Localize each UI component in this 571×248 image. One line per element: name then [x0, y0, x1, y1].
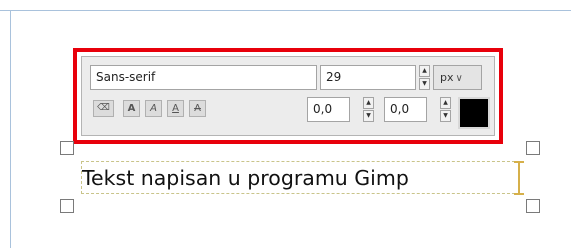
canvas-border-left — [10, 10, 11, 248]
indent-spinner[interactable]: ▲ ▼ — [363, 97, 374, 122]
clear-style-icon[interactable]: ⌫ — [93, 100, 114, 117]
line-spacing-input[interactable]: 0,0 — [384, 97, 427, 122]
spin-down-icon[interactable]: ▼ — [440, 110, 451, 122]
text-cursor-cap-top — [514, 161, 524, 163]
resize-handle-bottom-right[interactable] — [526, 199, 540, 213]
unit-dropdown[interactable]: px ∨ — [433, 65, 482, 90]
text-cursor-cap-bottom — [514, 193, 524, 195]
indent-input[interactable]: 0,0 — [307, 97, 350, 122]
spin-up-icon[interactable]: ▲ — [419, 65, 430, 77]
font-name-input[interactable]: Sans-serif — [90, 65, 317, 90]
font-size-spinner[interactable]: ▲ ▼ — [419, 65, 430, 90]
line-spacing-spinner[interactable]: ▲ ▼ — [440, 97, 451, 122]
resize-handle-top-left[interactable] — [60, 141, 74, 155]
canvas-text[interactable]: Tekst napisan u programu Gimp — [82, 164, 409, 192]
resize-handle-top-right[interactable] — [526, 141, 540, 155]
spin-down-icon[interactable]: ▼ — [363, 110, 374, 122]
strikethrough-icon[interactable]: A — [189, 100, 206, 117]
spin-up-icon[interactable]: ▲ — [363, 97, 374, 109]
resize-handle-bottom-left[interactable] — [60, 199, 74, 213]
underline-icon[interactable]: A — [167, 100, 184, 117]
spin-down-icon[interactable]: ▼ — [419, 78, 430, 90]
chevron-down-icon: ∨ — [455, 73, 463, 84]
text-cursor — [518, 162, 520, 194]
text-toolbar: Sans-serif 29 ▲ ▼ px ∨ ⌫ A A A A 0,0 ▲ ▼ … — [81, 56, 495, 136]
unit-label: px — [440, 71, 454, 84]
italic-icon[interactable]: A — [145, 100, 162, 117]
spin-up-icon[interactable]: ▲ — [440, 97, 451, 109]
text-color-swatch[interactable] — [458, 97, 490, 129]
font-size-input[interactable]: 29 — [320, 65, 416, 90]
bold-icon[interactable]: A — [123, 100, 140, 117]
canvas-border-top — [0, 10, 571, 11]
